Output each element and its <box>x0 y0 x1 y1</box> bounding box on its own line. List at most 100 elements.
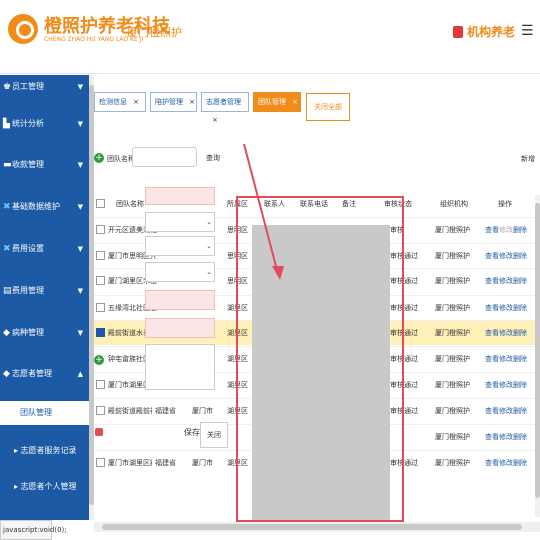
cell-name: 厦门市湖里区殿 <box>108 459 152 467</box>
header-org-link[interactable]: 厦门橙照护 <box>127 24 182 40</box>
sidebar: ♚员工管理 ▼ ▙ 统计分析 ▼ ▬收款管理 ▼ ✖基础数据维护 ▼ ✖费用设置 ▼ ▤费用… <box>0 75 89 520</box>
delete-link[interactable]: 删除 <box>513 296 527 321</box>
view-link[interactable]: 查看 <box>485 451 499 476</box>
tab-label: 检测信息 <box>99 98 127 106</box>
sidebar-item-label: 员工管理 <box>12 82 44 91</box>
tag-icon: ◆ <box>3 328 10 338</box>
sidebar-subitem-service-record[interactable]: ▸ 志愿者服务记录 <box>0 439 89 463</box>
delete-link[interactable]: 删除 <box>513 425 527 450</box>
cell-org: 厦门橙照护 <box>435 381 470 389</box>
sidebar-item-fee-mgmt[interactable]: ▤费用管理 ▼ <box>0 279 89 303</box>
scrollbar-thumb[interactable] <box>535 203 540 498</box>
sidebar-item-stats[interactable]: ▙ 统计分析 ▼ <box>0 112 89 136</box>
edit-link[interactable]: 修改 <box>499 451 513 476</box>
tab-escort[interactable]: 陪护管理 × <box>150 92 197 112</box>
close-icon[interactable]: × <box>212 116 218 124</box>
tab-team[interactable]: 团队管理 × <box>253 92 301 112</box>
dropdown-select[interactable]: ⌄ <box>145 236 215 256</box>
delete-link[interactable]: 删除 <box>513 321 527 346</box>
cell-org: 厦门橙照护 <box>435 407 470 415</box>
wrench-icon: ✖ <box>3 244 11 254</box>
edit-link[interactable]: 修改 <box>499 321 513 346</box>
dropdown-select[interactable]: ⌄ <box>145 212 215 232</box>
team-name-input[interactable] <box>132 147 197 167</box>
delete-link[interactable]: 删除 <box>513 451 527 476</box>
close-icon[interactable]: × <box>133 98 139 106</box>
row-checkbox[interactable] <box>96 225 105 234</box>
cell-province: 福建省 <box>155 459 176 467</box>
delete-link[interactable]: 删除 <box>513 399 527 424</box>
table-vertical-scrollbar[interactable] <box>535 195 540 517</box>
edit-link[interactable]: 修改 <box>499 269 513 294</box>
view-link[interactable]: 查看 <box>485 425 499 450</box>
scrollbar-thumb[interactable] <box>102 524 522 530</box>
view-link[interactable]: 查看 <box>485 218 499 243</box>
delete-link[interactable]: 删除 <box>513 218 527 243</box>
row-checkbox[interactable] <box>96 406 105 415</box>
row-checkbox[interactable] <box>96 276 105 285</box>
search-button[interactable]: 查询 <box>206 153 220 163</box>
textarea-field[interactable] <box>145 344 215 390</box>
menu-icon[interactable]: ☰ <box>521 24 534 38</box>
edit-link[interactable]: 修改 <box>499 296 513 321</box>
text-field-invalid[interactable] <box>145 290 215 310</box>
sidebar-subitem-team[interactable]: 团队管理 <box>0 401 89 425</box>
delete-link[interactable]: 删除 <box>513 347 527 372</box>
edit-link[interactable]: 修改 <box>499 218 513 243</box>
row-checkbox[interactable] <box>96 251 105 260</box>
tab-detection[interactable]: 检测信息 × <box>94 92 146 112</box>
view-link[interactable]: 查看 <box>485 269 499 294</box>
sidebar-item-volunteer[interactable]: ◆ 志愿者管理 ▲ <box>0 362 89 386</box>
col-header-org: 组织机构 <box>440 200 468 208</box>
add-icon[interactable]: + <box>94 355 104 365</box>
select-all-checkbox[interactable] <box>96 199 105 208</box>
row-checkbox[interactable] <box>96 303 105 312</box>
sidebar-item-base-data[interactable]: ✖基础数据维护 ▼ <box>0 195 89 219</box>
sidebar-item-label: 基础数据维护 <box>12 202 60 211</box>
close-button[interactable]: 关闭 <box>200 422 228 448</box>
close-all-button[interactable]: 关闭全部 <box>306 93 350 121</box>
delete-link[interactable]: 删除 <box>513 373 527 398</box>
table-horizontal-scrollbar[interactable] <box>94 522 540 532</box>
sidebar-item-staff[interactable]: ♚员工管理 ▼ <box>0 75 89 99</box>
close-icon[interactable]: × <box>189 98 195 106</box>
delete-link[interactable]: 删除 <box>513 244 527 269</box>
row-checkbox[interactable] <box>96 380 105 389</box>
status-bar: javascript:void(0); <box>0 520 67 540</box>
close-icon[interactable]: × <box>292 98 298 106</box>
users-icon: ♚ <box>3 82 12 92</box>
tab-label: 陪护管理 <box>155 98 183 106</box>
view-link[interactable]: 查看 <box>485 373 499 398</box>
edit-link[interactable]: 修改 <box>499 244 513 269</box>
sidebar-subitem-personal[interactable]: ▸ 志愿者个人管理 <box>0 475 89 499</box>
chevron-down-icon: ▼ <box>77 83 83 91</box>
sidebar-item-payment[interactable]: ▬收款管理 ▼ <box>0 153 89 177</box>
edit-link[interactable]: 修改 <box>499 425 513 450</box>
tab-volunteer[interactable]: 志愿者管理 × <box>201 92 249 124</box>
view-link[interactable]: 查看 <box>485 399 499 424</box>
dropdown-field[interactable] <box>145 187 215 205</box>
text-field-invalid[interactable] <box>145 318 215 338</box>
edit-link[interactable]: 修改 <box>499 373 513 398</box>
org-type-label[interactable]: 机构养老 <box>467 23 515 40</box>
col-header-name: 团队名称 <box>116 200 144 208</box>
view-link[interactable]: 查看 <box>485 244 499 269</box>
chevron-down-icon: ⌄ <box>206 242 212 250</box>
wrench-icon: ✖ <box>3 202 11 212</box>
delete-link[interactable]: 删除 <box>513 269 527 294</box>
save-button[interactable]: 保存 <box>184 427 200 438</box>
edit-link[interactable]: 修改 <box>499 399 513 424</box>
edit-link[interactable]: 修改 <box>499 347 513 372</box>
dropdown-select[interactable]: ⌄ <box>145 262 215 282</box>
sidebar-item-disease[interactable]: ◆ 病种管理 ▼ <box>0 321 89 345</box>
add-icon[interactable]: + <box>94 153 104 163</box>
sidebar-item-fee-settings[interactable]: ✖费用设置 ▼ <box>0 237 89 261</box>
tag-icon: ◆ <box>3 369 10 379</box>
row-checkbox-checked[interactable] <box>96 328 105 337</box>
view-link[interactable]: 查看 <box>485 296 499 321</box>
view-link[interactable]: 查看 <box>485 347 499 372</box>
view-link[interactable]: 查看 <box>485 321 499 346</box>
row-checkbox[interactable] <box>96 458 105 467</box>
add-button[interactable]: 新增 <box>521 154 535 164</box>
cell-org: 厦门橙照护 <box>435 433 470 441</box>
